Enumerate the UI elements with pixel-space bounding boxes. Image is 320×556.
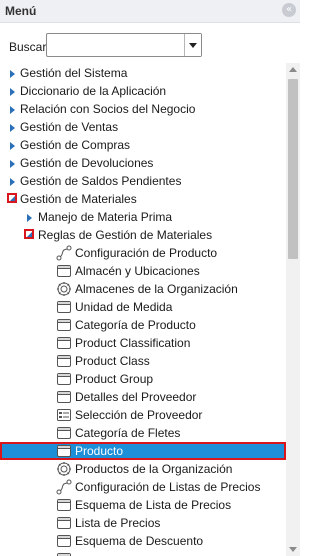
window-icon [56, 335, 72, 351]
tree-item-relacion-con-socios-del-negocio[interactable]: Relación con Socios del Negocio [0, 100, 286, 118]
collapsed-arrow-icon[interactable] [10, 124, 15, 132]
tree-item-label: Diccionario de la Aplicación [20, 84, 167, 98]
search-combobox[interactable] [46, 33, 202, 57]
window-icon [56, 551, 72, 556]
workflow-icon [56, 479, 72, 495]
tree-item-esquema-de-descuento[interactable]: Esquema de Descuento [0, 532, 286, 550]
tree-item-product-class[interactable]: Product Class [0, 352, 286, 370]
menu-panel-header: Menú « [0, 0, 300, 23]
tree-item-label: Manejo de Materia Prima [38, 210, 173, 224]
collapsed-arrow-icon[interactable] [10, 106, 15, 114]
tree-item-label: Product Group [75, 372, 154, 386]
window-icon [56, 263, 72, 279]
window-icon [56, 515, 72, 531]
tree-item-label: Esquema de Lista de Precios [75, 498, 232, 512]
tree-item-gestion-del-sistema[interactable]: Gestión del Sistema [0, 64, 286, 82]
tree-item-detalles-del-proveedor[interactable]: Detalles del Proveedor [0, 388, 286, 406]
expanded-arrow-icon[interactable] [7, 193, 17, 203]
tree-item-label: Configuración de Listas de Precios [75, 480, 261, 494]
search-row: Buscar: [0, 33, 300, 59]
scroll-up-arrow-icon[interactable] [286, 63, 300, 77]
tree-item-label: Producto [75, 444, 124, 458]
window-icon [56, 425, 72, 441]
tree-item-label: Detalles del Proveedor [75, 390, 197, 404]
tree-item-manejo-de-materia-prima[interactable]: Manejo de Materia Prima [0, 208, 286, 226]
tree-item-configuracion-de-producto[interactable]: Configuración de Producto [0, 244, 286, 262]
collapsed-arrow-icon[interactable] [10, 88, 15, 96]
tree-item-product-group[interactable]: Product Group [0, 370, 286, 388]
tree-item-gestion-de-devoluciones[interactable]: Gestión de Devoluciones [0, 154, 286, 172]
tree-item-unidad-de-medida[interactable]: Unidad de Medida [0, 298, 286, 316]
tree-item-label: Almacén y Ubicaciones [75, 264, 200, 278]
tree-item-label: Gestión de Saldos Pendientes [20, 174, 182, 188]
workflow-icon [56, 245, 72, 261]
expanded-arrow-icon[interactable] [24, 229, 34, 239]
window-icon [56, 389, 72, 405]
tree-item-label: Product Classification [75, 336, 191, 350]
vertical-scrollbar[interactable] [286, 63, 300, 556]
collapsed-arrow-icon[interactable] [10, 70, 15, 78]
tree-item-categoria-de-producto[interactable]: Categoría de Producto [0, 316, 286, 334]
search-label: Buscar: [9, 40, 50, 54]
tree-item-label: Configuración de Producto [75, 246, 218, 260]
window-icon [56, 317, 72, 333]
window-icon [56, 443, 72, 459]
window-icon [56, 497, 72, 513]
tree-item-gestion-de-compras[interactable]: Gestión de Compras [0, 136, 286, 154]
tree-item-empty[interactable] [0, 550, 286, 556]
tree-item-label: Product Class [75, 354, 150, 368]
tree-item-product-classification[interactable]: Product Classification [0, 334, 286, 352]
tree-item-seleccion-de-proveedor[interactable]: Selección de Proveedor [0, 406, 286, 424]
tree-item-label: Productos de la Organización [75, 462, 233, 476]
window-icon [56, 371, 72, 387]
process-icon [56, 281, 72, 297]
collapsed-arrow-icon[interactable] [27, 214, 32, 222]
tree-item-label: Reglas de Gestión de Materiales [38, 228, 213, 242]
collapsed-arrow-icon[interactable] [10, 142, 15, 150]
tree-item-reglas-de-gestion-de-materiales[interactable]: Reglas de Gestión de Materiales [0, 226, 286, 244]
tree-item-label: Relación con Socios del Negocio [20, 102, 196, 116]
tree-item-label: Lista de Precios [75, 516, 161, 530]
form-icon [56, 407, 72, 423]
tree-item-productos-de-la-organizacion[interactable]: Productos de la Organización [0, 460, 286, 478]
menu-tree: Gestión del Sistema Diccionario de la Apl… [0, 63, 286, 556]
panel-title: Menú [5, 4, 37, 18]
window-icon [56, 533, 72, 549]
chevron-down-icon[interactable] [184, 34, 201, 56]
tree-item-label: Gestión de Compras [20, 138, 131, 152]
tree-item-label: Selección de Proveedor [75, 408, 203, 422]
scroll-down-arrow-icon[interactable] [286, 542, 300, 556]
tree-item-label: Gestión de Materiales [20, 192, 137, 206]
tree-item-label: Gestión del Sistema [20, 66, 128, 80]
collapsed-arrow-icon[interactable] [10, 160, 15, 168]
tree-item-esquema-de-lista-de-precios[interactable]: Esquema de Lista de Precios [0, 496, 286, 514]
tree-item-diccionario-de-la-aplicacion[interactable]: Diccionario de la Aplicación [0, 82, 286, 100]
tree-item-label: Gestión de Devoluciones [20, 156, 154, 170]
tree-item-categoria-de-fletes[interactable]: Categoría de Fletes [0, 424, 286, 442]
tree-item-label: Esquema de Descuento [75, 534, 204, 548]
process-icon [56, 461, 72, 477]
tree-item-label: Gestión de Ventas [20, 120, 119, 134]
tree-item-producto[interactable]: Producto [0, 442, 286, 460]
window-icon [56, 299, 72, 315]
tree-item-almacen-y-ubicaciones[interactable]: Almacén y Ubicaciones [0, 262, 286, 280]
tree-item-gestion-de-ventas[interactable]: Gestión de Ventas [0, 118, 286, 136]
tree-item-configuracion-de-listas-de-precios[interactable]: Configuración de Listas de Precios [0, 478, 286, 496]
tree-item-gestion-de-saldos-pendientes[interactable]: Gestión de Saldos Pendientes [0, 172, 286, 190]
double-chevron-left-icon[interactable]: « [282, 3, 296, 17]
tree-item-lista-de-precios[interactable]: Lista de Precios [0, 514, 286, 532]
tree-item-label: Categoría de Producto [75, 318, 196, 332]
tree-item-label: Almacenes de la Organización [75, 282, 238, 296]
collapsed-arrow-icon[interactable] [10, 178, 15, 186]
scroll-thumb[interactable] [288, 79, 298, 259]
tree-item-almacenes-de-la-organizacion[interactable]: Almacenes de la Organización [0, 280, 286, 298]
tree-item-label: Categoría de Fletes [75, 426, 181, 440]
search-input[interactable] [47, 34, 185, 56]
tree-item-label: Unidad de Medida [75, 300, 173, 314]
window-icon [56, 353, 72, 369]
tree-item-gestion-de-materiales[interactable]: Gestión de Materiales [0, 190, 286, 208]
